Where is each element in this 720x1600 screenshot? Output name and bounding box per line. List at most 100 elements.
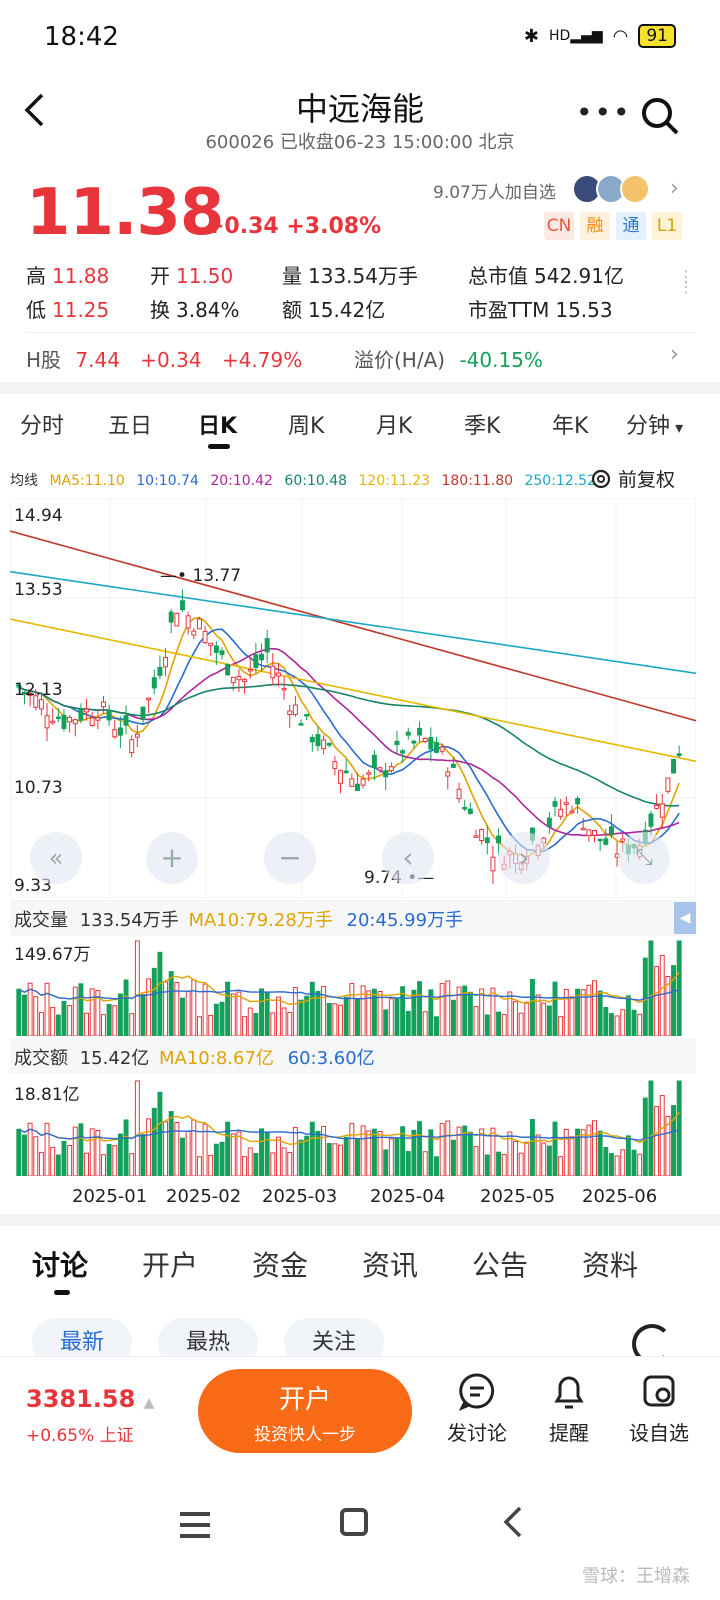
volume-bar <box>44 1122 50 1176</box>
tab-funds[interactable]: 资金 <box>252 1244 308 1284</box>
volume-bar <box>213 1003 219 1036</box>
tab-intraday[interactable]: 分时 <box>20 408 64 440</box>
volume-legend: 成交量 133.54万手 MA10:79.28万手 20:45.99万手 <box>14 910 464 931</box>
candle-body <box>157 666 163 676</box>
candle-body <box>371 754 377 768</box>
next-button[interactable]: › <box>498 832 550 884</box>
stat-open: 开 11.50 <box>150 264 234 288</box>
tab-announcements[interactable]: 公告 <box>472 1244 528 1284</box>
volume-bar <box>44 982 50 1036</box>
volume-bar <box>321 1125 327 1176</box>
chevron-right-icon[interactable]: › <box>670 342 679 367</box>
tab-quarterly[interactable]: 季K <box>464 408 500 440</box>
volume-bar <box>168 1111 174 1176</box>
more-icon[interactable]: ••• <box>576 96 632 129</box>
candle-body <box>208 642 214 647</box>
menu-icon[interactable] <box>180 1512 210 1538</box>
expand-dots-icon[interactable]: ⋮ ⋮ <box>678 269 694 295</box>
chevron-right-icon[interactable]: › <box>670 176 679 201</box>
index-value[interactable]: 3381.58 ▲ <box>26 1385 154 1413</box>
zoom-in-button[interactable]: + <box>146 832 198 884</box>
tab-monthly[interactable]: 月K <box>376 408 412 440</box>
candle-body <box>270 665 276 679</box>
volume-bar <box>196 1016 202 1036</box>
follower-avatars[interactable] <box>572 174 650 204</box>
volume-bar <box>259 1128 264 1176</box>
volume-bar <box>541 1002 547 1036</box>
volume-bar <box>230 1133 236 1176</box>
volume-bar <box>196 1156 202 1176</box>
volume-bar <box>467 1131 473 1176</box>
volume-bar <box>180 1137 185 1176</box>
fullscreen-icon[interactable]: ⤡ <box>618 832 670 884</box>
candle-body <box>428 737 434 750</box>
tab-weekly[interactable]: 周K <box>288 408 324 440</box>
volume-bar <box>84 1152 90 1176</box>
tab-open-account[interactable]: 开户 <box>142 1244 198 1284</box>
candle-body <box>411 740 417 744</box>
candle-body <box>659 803 665 818</box>
volume-bar <box>637 1013 643 1036</box>
volume-bar <box>38 1011 44 1036</box>
volume-bar <box>50 1006 56 1036</box>
volume-bar <box>349 1123 355 1176</box>
followers-count[interactable]: 9.07万人加自选 <box>433 178 556 203</box>
volume-bar <box>371 988 377 1036</box>
x-axis-label: 2025-05 <box>480 1186 556 1207</box>
volume-bar <box>304 995 310 1036</box>
volume-bar <box>417 1121 423 1176</box>
candle-body <box>236 675 242 681</box>
volume-bar <box>230 993 236 1036</box>
collapse-panel-button[interactable]: ◀ <box>674 902 696 934</box>
volume-bar <box>106 1003 112 1036</box>
adjust-selector[interactable]: 前复权 <box>590 465 675 492</box>
search-icon[interactable] <box>640 96 680 136</box>
scroll-left-button[interactable]: « <box>30 832 82 884</box>
h-share-row[interactable]: H股 7.44 +0.34 +4.79% <box>26 344 302 373</box>
tab-indicator <box>54 1290 70 1295</box>
alert-button[interactable]: 提醒 <box>526 1371 612 1446</box>
tag-l1: L1 <box>652 212 682 240</box>
volume-bar <box>563 988 569 1036</box>
tab-news[interactable]: 资讯 <box>362 1244 418 1284</box>
candle-body <box>343 770 349 774</box>
volume-bar <box>55 1154 61 1176</box>
volume-bar <box>642 1097 648 1176</box>
home-icon[interactable] <box>340 1508 368 1536</box>
y-axis-label: 10.73 <box>14 778 63 798</box>
tab-five-day[interactable]: 五日 <box>108 408 152 440</box>
tab-profile[interactable]: 资料 <box>582 1244 638 1284</box>
candle-body <box>496 835 502 844</box>
tab-daily[interactable]: 日K <box>198 408 237 440</box>
candle-body <box>366 772 372 775</box>
last-price: 11.38 <box>26 176 224 250</box>
candle-body <box>89 717 95 727</box>
volume-bar <box>569 1136 575 1176</box>
bluetooth-icon: ✱ <box>523 25 540 47</box>
tab-discussion[interactable]: 讨论 <box>32 1244 88 1284</box>
volume-bar <box>140 994 146 1036</box>
volume-bar <box>354 998 360 1036</box>
volume-bar <box>55 1014 61 1036</box>
zoom-out-button[interactable]: − <box>264 832 316 884</box>
back-nav-icon[interactable] <box>500 1504 524 1544</box>
candle-body <box>101 701 106 708</box>
volume-bar <box>354 1138 360 1176</box>
tab-minute[interactable]: 分钟 ▾ <box>626 408 683 440</box>
candle-body <box>146 697 152 701</box>
add-watchlist-button[interactable]: 设自选 <box>616 1371 702 1446</box>
volume-bar <box>586 1124 592 1176</box>
volume-bar <box>84 1012 90 1036</box>
volume-bar <box>349 983 355 1036</box>
tab-yearly[interactable]: 年K <box>552 408 588 440</box>
volume-bar <box>168 971 174 1036</box>
status-bar: 18:42 ✱ HD▂▄▆ ◠ 91 <box>0 0 720 72</box>
prev-button[interactable]: ‹ <box>382 832 434 884</box>
volume-bar <box>496 1151 502 1176</box>
candle-body <box>174 612 180 627</box>
volume-bar <box>625 995 631 1036</box>
kline-chart[interactable] <box>10 498 696 898</box>
candle-body <box>315 734 321 747</box>
open-account-button[interactable]: 开户 投资快人一步 <box>198 1369 412 1453</box>
post-discussion-button[interactable]: 发讨论 <box>434 1371 520 1446</box>
